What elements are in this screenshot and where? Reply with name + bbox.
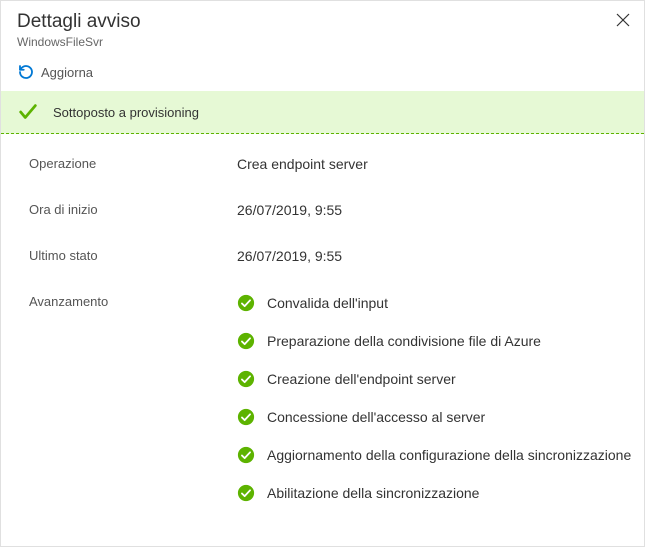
progress-step: Convalida dell'input bbox=[237, 294, 631, 312]
progress-step: Creazione dell'endpoint server bbox=[237, 370, 631, 388]
step-text: Creazione dell'endpoint server bbox=[267, 371, 456, 387]
step-check-icon bbox=[237, 294, 255, 312]
progress-step: Aggiornamento della configurazione della… bbox=[237, 446, 631, 464]
value-operation: Crea endpoint server bbox=[237, 156, 368, 172]
close-button[interactable] bbox=[616, 13, 630, 32]
step-check-icon bbox=[237, 408, 255, 426]
step-check-icon bbox=[237, 370, 255, 388]
progress-step: Preparazione della condivisione file di … bbox=[237, 332, 631, 350]
row-progress: Avanzamento Convalida dell'input Prepara… bbox=[29, 294, 640, 502]
close-icon bbox=[616, 13, 630, 27]
step-text: Convalida dell'input bbox=[267, 295, 388, 311]
status-text: Sottoposto a provisioning bbox=[53, 105, 199, 120]
progress-steps: Convalida dell'input Preparazione della … bbox=[237, 294, 631, 502]
step-check-icon bbox=[237, 332, 255, 350]
step-check-icon bbox=[237, 484, 255, 502]
value-last-state: 26/07/2019, 9:55 bbox=[237, 248, 342, 264]
step-text: Abilitazione della sincronizzazione bbox=[267, 485, 479, 501]
refresh-icon[interactable] bbox=[17, 63, 35, 81]
value-start-time: 26/07/2019, 9:55 bbox=[237, 202, 342, 218]
label-progress: Avanzamento bbox=[29, 294, 237, 502]
label-last-state: Ultimo stato bbox=[29, 248, 237, 264]
label-start-time: Ora di inizio bbox=[29, 202, 237, 218]
row-last-state: Ultimo stato 26/07/2019, 9:55 bbox=[29, 248, 640, 264]
row-start-time: Ora di inizio 26/07/2019, 9:55 bbox=[29, 202, 640, 218]
label-operation: Operazione bbox=[29, 156, 237, 172]
row-operation: Operazione Crea endpoint server bbox=[29, 156, 640, 172]
progress-step: Concessione dell'accesso al server bbox=[237, 408, 631, 426]
step-text: Preparazione della condivisione file di … bbox=[267, 333, 541, 349]
checkmark-icon bbox=[17, 101, 39, 123]
step-text: Concessione dell'accesso al server bbox=[267, 409, 485, 425]
step-check-icon bbox=[237, 446, 255, 464]
refresh-button[interactable]: Aggiorna bbox=[41, 65, 93, 80]
progress-step: Abilitazione della sincronizzazione bbox=[237, 484, 631, 502]
step-text: Aggiornamento della configurazione della… bbox=[267, 447, 631, 463]
panel-title: Dettagli avviso bbox=[17, 11, 628, 33]
status-banner: Sottoposto a provisioning bbox=[1, 91, 644, 134]
details-section: Operazione Crea endpoint server Ora di i… bbox=[1, 134, 644, 502]
toolbar: Aggiorna bbox=[1, 55, 644, 91]
panel-header: Dettagli avviso WindowsFileSvr bbox=[1, 1, 644, 55]
panel-subtitle: WindowsFileSvr bbox=[17, 35, 628, 49]
